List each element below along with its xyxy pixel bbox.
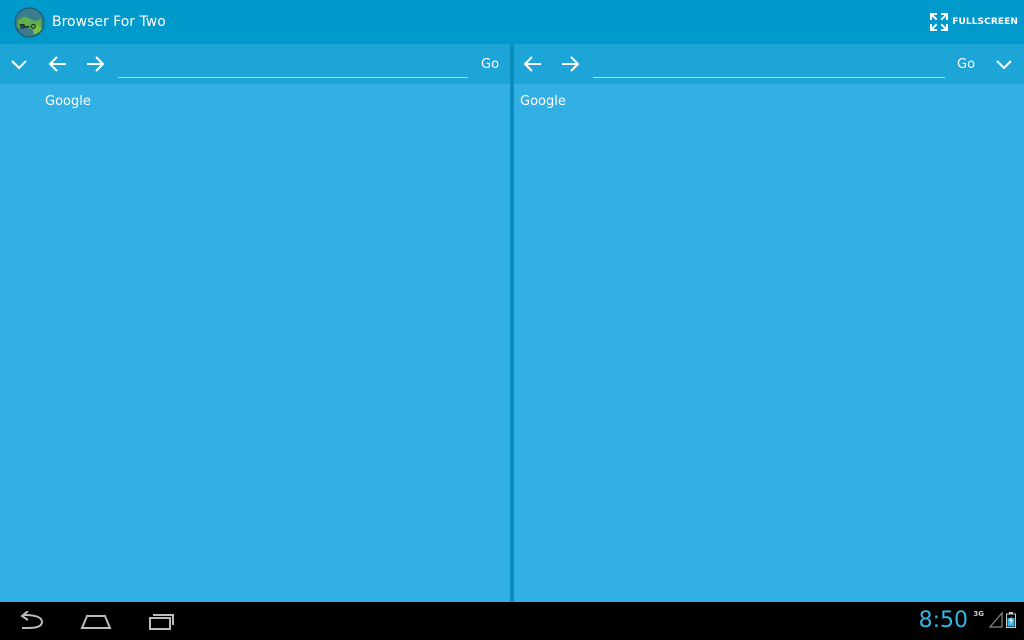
system-nav-bar: 8:50 3G xyxy=(0,602,1024,640)
right-forward-button[interactable] xyxy=(552,44,588,84)
arrow-right-icon xyxy=(87,56,105,72)
right-bookmark-link[interactable]: Google xyxy=(520,94,566,109)
left-web-content[interactable]: Google xyxy=(0,84,510,602)
signal-icon xyxy=(989,612,1003,628)
app-window: Browser For Two FULLSCREEN Go Google Go … xyxy=(0,0,1024,640)
left-toolbar: Go xyxy=(0,44,510,84)
right-menu-button[interactable] xyxy=(986,44,1022,84)
home-icon xyxy=(80,615,112,629)
left-menu-button[interactable] xyxy=(1,44,37,84)
status-clock[interactable]: 8:50 xyxy=(919,606,968,636)
fullscreen-label: FULLSCREEN xyxy=(952,17,1018,27)
recent-apps-icon xyxy=(149,614,174,630)
left-go-button[interactable]: Go xyxy=(481,44,499,84)
right-go-button[interactable]: Go xyxy=(957,44,975,84)
arrow-left-icon xyxy=(523,56,541,72)
nav-back-button[interactable] xyxy=(12,607,52,635)
nav-recents-button[interactable] xyxy=(140,607,180,635)
left-back-button[interactable] xyxy=(40,44,76,84)
right-url-input[interactable] xyxy=(593,52,945,78)
fullscreen-icon xyxy=(930,13,949,31)
right-browser-pane: Go Google xyxy=(514,44,1024,602)
chevron-down-icon xyxy=(996,60,1012,70)
app-logo-icon[interactable] xyxy=(14,7,45,38)
back-icon xyxy=(20,611,44,629)
right-toolbar: Go xyxy=(514,44,1024,84)
left-url-input[interactable] xyxy=(118,52,468,78)
network-type-label: 3G xyxy=(973,610,984,618)
arrow-left-icon xyxy=(48,56,66,72)
app-title: Browser For Two xyxy=(52,14,166,30)
status-icons[interactable] xyxy=(989,612,1016,628)
right-web-content[interactable]: Google xyxy=(514,84,1024,602)
right-back-button[interactable] xyxy=(515,44,551,84)
chevron-down-icon xyxy=(11,60,27,70)
nav-home-button[interactable] xyxy=(76,607,116,635)
left-bookmark-link[interactable]: Google xyxy=(45,94,91,109)
action-bar: Browser For Two FULLSCREEN xyxy=(0,0,1024,44)
arrow-right-icon xyxy=(562,56,580,72)
left-forward-button[interactable] xyxy=(77,44,113,84)
battery-charging-icon xyxy=(1006,612,1016,628)
left-browser-pane: Go Google xyxy=(0,44,510,602)
fullscreen-button[interactable]: FULLSCREEN xyxy=(930,0,1018,44)
